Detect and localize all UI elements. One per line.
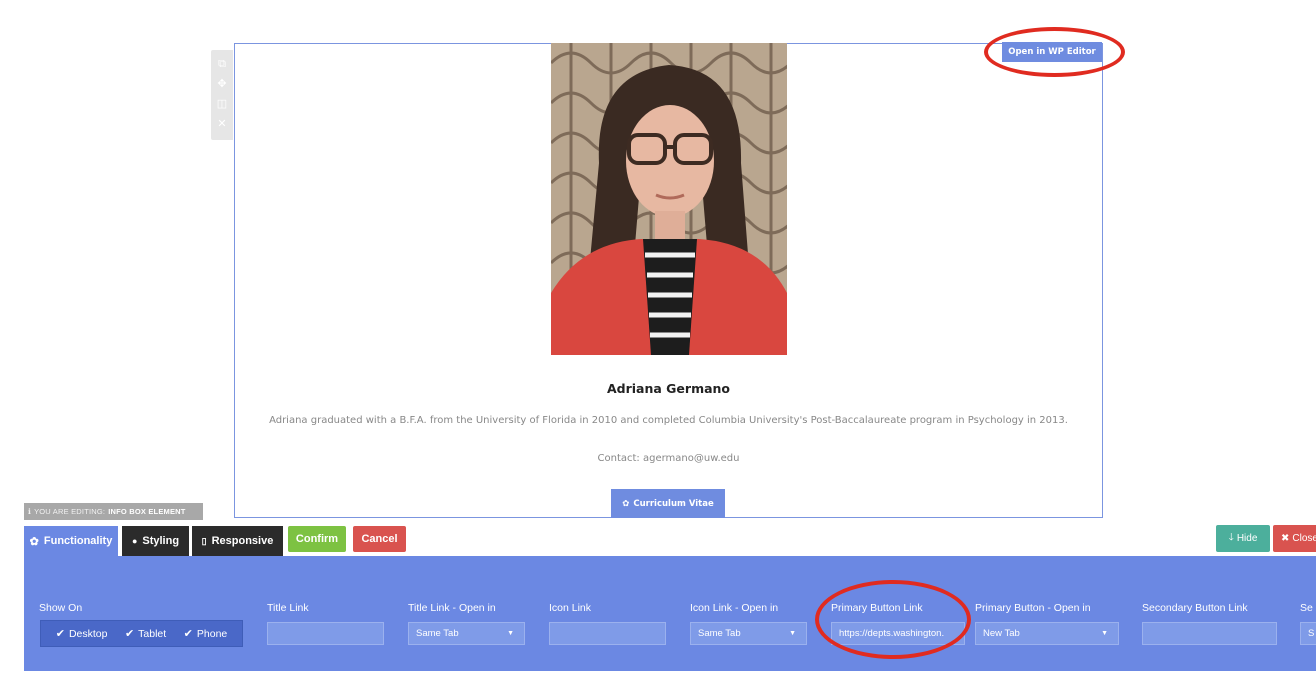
check-icon: ✔ (124, 628, 135, 640)
hide-label: Hide (1236, 533, 1258, 544)
gear-icon: ✿ (29, 535, 39, 548)
annotation-oval-wp-editor (984, 27, 1125, 77)
profile-photo (551, 43, 787, 355)
copy-icon[interactable]: ⧉ (216, 58, 228, 70)
select-value: S (1308, 628, 1315, 639)
title-link-input[interactable] (267, 622, 384, 645)
curriculum-vitae-button[interactable]: ✿ Curriculum Vitae (611, 489, 725, 518)
select-value: Same Tab (416, 628, 459, 639)
mobile-icon: ▯ (201, 535, 207, 546)
option-label: Desktop (68, 627, 108, 640)
editing-element-name: INFO BOX ELEMENT (108, 507, 186, 516)
caret-down-icon: ▼ (789, 630, 796, 637)
title-link-label: Title Link (267, 602, 309, 614)
caret-down-icon: ▼ (507, 630, 514, 637)
show-on-label: Show On (39, 602, 83, 614)
columns-icon[interactable]: ◫ (216, 98, 228, 110)
info-icon: ℹ (28, 507, 32, 516)
tab-styling[interactable]: ● Styling (122, 526, 189, 556)
person-description: Adriana graduated with a B.F.A. from the… (269, 415, 1068, 426)
drop-icon: ● (131, 536, 138, 546)
close-icon[interactable]: ✕ (216, 118, 228, 130)
tab-responsive[interactable]: ▯ Responsive (192, 526, 283, 556)
tab-label: Functionality (43, 535, 113, 547)
cancel-button[interactable]: Cancel (353, 526, 406, 552)
secondary-button-open-label: Se (1300, 602, 1313, 614)
annotation-oval-primary-link (815, 580, 971, 659)
arrow-down-icon: 🡓 (1228, 532, 1234, 543)
select-value: Same Tab (698, 628, 741, 639)
check-icon: ✔ (183, 628, 193, 640)
tab-functionality[interactable]: ✿ Functionality (24, 526, 118, 556)
title-link-open-select[interactable]: Same Tab ▼ (408, 622, 525, 645)
title-link-open-label: Title Link - Open in (408, 602, 496, 614)
element-toolbar: ⧉ ✥ ◫ ✕ (211, 50, 233, 140)
gear-icon: ✿ (622, 498, 630, 509)
secondary-button-open-select[interactable]: S (1300, 622, 1316, 645)
option-label: Phone (196, 627, 228, 640)
primary-button-open-select[interactable]: New Tab ▼ (975, 622, 1119, 645)
move-icon[interactable]: ✥ (216, 78, 228, 90)
caret-down-icon: ▼ (1101, 630, 1108, 637)
icon-link-open-select[interactable]: Same Tab ▼ (690, 622, 807, 645)
tab-label: Responsive (211, 535, 274, 547)
select-value: New Tab (983, 628, 1020, 639)
person-name: Adriana Germano (606, 381, 731, 396)
icon-link-label: Icon Link (549, 602, 592, 614)
secondary-button-link-label: Secondary Button Link (1142, 602, 1248, 614)
check-icon: ✔ (55, 628, 65, 640)
cv-button-label: Curriculum Vitae (633, 498, 714, 509)
person-contact: Contact: agermano@uw.edu (597, 453, 740, 464)
show-on-desktop[interactable]: ✔ Desktop (55, 627, 108, 641)
icon-link-input[interactable] (549, 622, 666, 645)
show-on-phone[interactable]: ✔ Phone (183, 627, 228, 641)
close-label: Close (1292, 533, 1316, 544)
close-icon: ✖ (1281, 533, 1290, 544)
secondary-button-link-input[interactable] (1142, 622, 1277, 645)
info-box-element[interactable]: Adriana Germano Adriana graduated with a… (234, 43, 1103, 518)
option-label: Tablet (138, 627, 167, 640)
editing-element-label: ℹ YOU ARE EDITING: INFO BOX ELEMENT (24, 503, 203, 520)
show-on-toggle-group: ✔ Desktop ✔ Tablet ✔ Phone (40, 620, 243, 647)
confirm-button[interactable]: Confirm (288, 526, 346, 552)
editing-prefix: YOU ARE EDITING: (34, 507, 106, 516)
icon-link-open-label: Icon Link - Open in (690, 602, 779, 614)
close-button[interactable]: ✖ Close (1273, 525, 1316, 552)
hide-button[interactable]: 🡓 Hide (1216, 525, 1270, 552)
tab-label: Styling (142, 535, 180, 547)
show-on-tablet[interactable]: ✔ Tablet (124, 627, 167, 641)
settings-panel: Show On ✔ Desktop ✔ Tablet ✔ Phone Title Li… (24, 556, 1316, 671)
primary-button-open-label: Primary Button - Open in (975, 602, 1091, 614)
